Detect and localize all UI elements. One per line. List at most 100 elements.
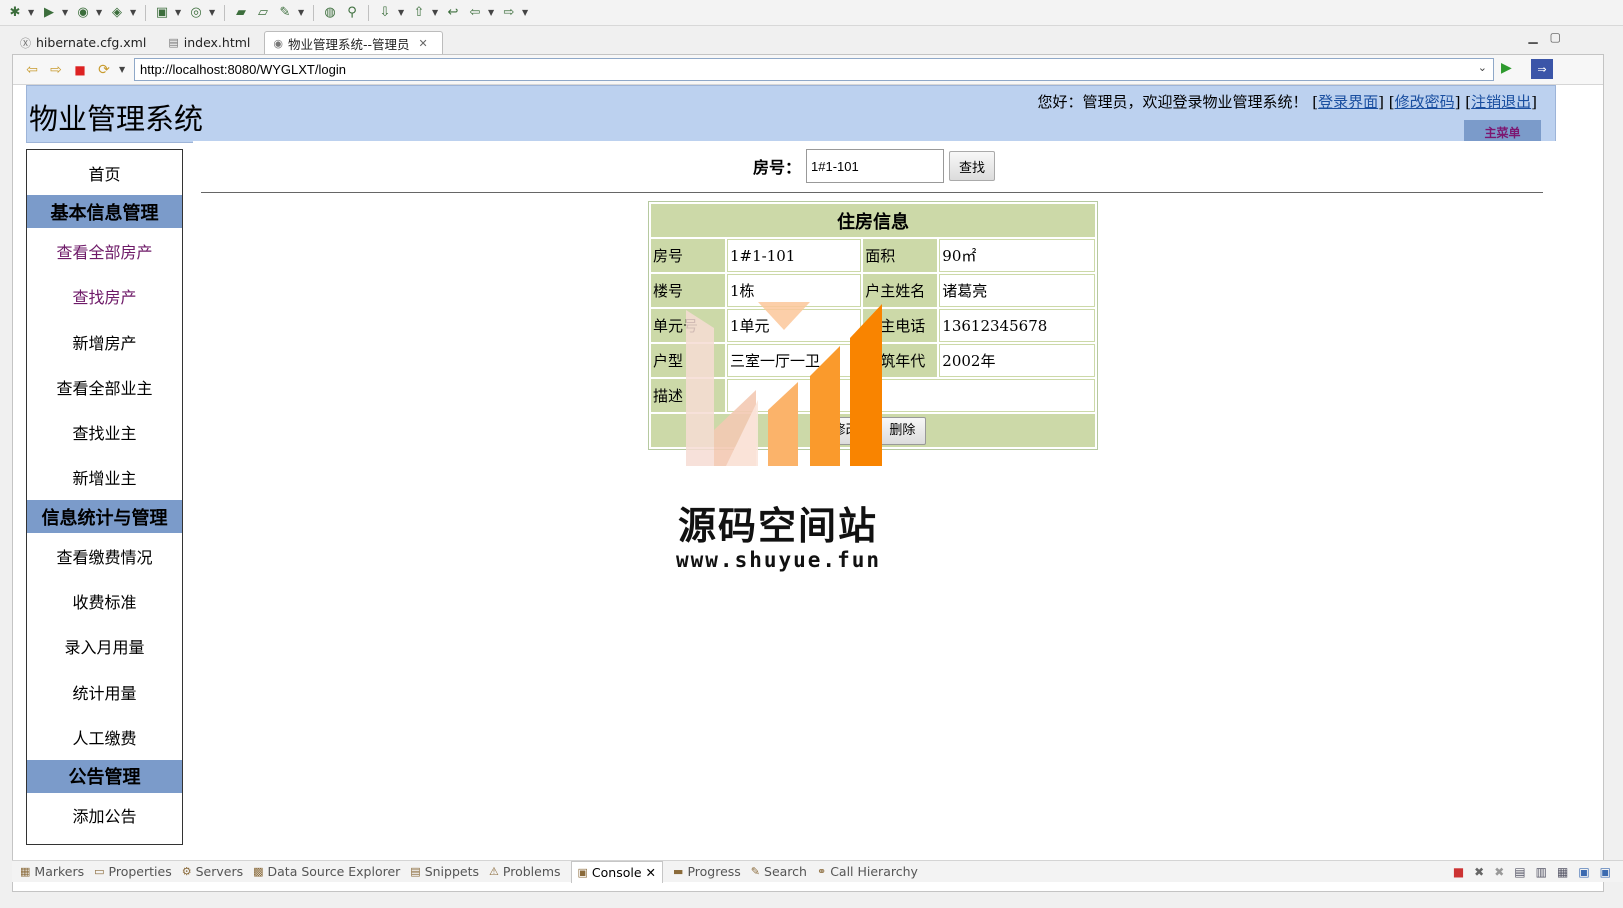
maximize-icon[interactable]: ▢ (1550, 30, 1561, 44)
last-edit-icon[interactable]: ↩ (444, 4, 462, 22)
go-icon[interactable]: ▶ (1501, 60, 1512, 76)
tab-markers[interactable]: ▦ Markers (20, 864, 84, 879)
sidebar-item-usage-stats[interactable]: 统计用量 (27, 669, 182, 714)
year-label: 建筑年代 (863, 344, 938, 377)
table-row: 描述 (651, 379, 1095, 412)
sidebar-item-payments[interactable]: 查看缴费情况 (27, 533, 182, 578)
terminate-icon[interactable]: ■ (1453, 865, 1464, 879)
sidebar-item-enter-usage[interactable]: 录入月用量 (27, 624, 182, 669)
url-bar[interactable]: http://localhost:8080/WYGLXT/login ⌄ (134, 58, 1494, 81)
building-label: 楼号 (651, 274, 725, 307)
search-button[interactable]: 查找 (949, 151, 996, 181)
chevron-down-icon[interactable]: ⌄ (1478, 61, 1487, 74)
new-server-icon[interactable]: ▣ (153, 4, 171, 22)
back-dropdown-icon[interactable]: ▼ (488, 8, 496, 17)
tab-problems[interactable]: ⚠ Problems (489, 864, 561, 879)
logout-link[interactable]: 注销退出 (1471, 93, 1531, 111)
tab-browser-page[interactable]: ◉ 物业管理系统--管理员 ✕ (264, 31, 443, 54)
pen-dropdown-icon[interactable]: ▼ (298, 8, 306, 17)
forward-icon[interactable]: ⇨ (47, 61, 65, 79)
sidebar-item-add-owner[interactable]: 新增业主 (27, 455, 182, 500)
change-password-link[interactable]: 修改密码 (1395, 93, 1455, 111)
sidebar-item-all-properties[interactable]: 查看全部房产 (27, 228, 182, 273)
sidebar-item-home[interactable]: 首页 (27, 150, 182, 195)
tab-call-hierarchy[interactable]: ⚭ Call Hierarchy (817, 864, 918, 879)
browser-nav-bar: ⇦ ⇨ ■ ⟳ ▼ http://localhost:8080/WYGLXT/l… (13, 55, 1603, 85)
page-title: 物业管理系统 (29, 102, 204, 136)
back-icon[interactable]: ⇦ (466, 4, 484, 22)
close-icon[interactable]: ✕ (646, 865, 656, 880)
scroll-lock-icon[interactable]: ▥ (1536, 865, 1547, 879)
stop-icon[interactable]: ■ (71, 61, 89, 79)
sidebar-item-all-owners[interactable]: 查看全部业主 (27, 364, 182, 409)
room-search-input[interactable]: 1#1-101 (806, 149, 945, 183)
toolbar-separator (224, 4, 225, 21)
next-annotation-icon[interactable]: ⇩ (376, 4, 394, 22)
refresh-dropdown-icon[interactable]: ▼ (119, 65, 127, 74)
delete-button[interactable]: 删除 (878, 416, 927, 445)
page-viewport: 物业管理系统 您好：管理员，欢迎登录物业管理系统！ [登录界面] [修改密码] … (13, 85, 1603, 891)
login-page-link[interactable]: 登录界面 (1318, 93, 1378, 111)
sidebar-item-add-property[interactable]: 新增房产 (27, 319, 182, 364)
open-external-icon[interactable]: ⇒ (1531, 59, 1553, 79)
display-console-icon[interactable]: ▣ (1578, 865, 1589, 879)
debug-icon[interactable]: ✱ (6, 4, 24, 22)
new-project-icon[interactable]: ◎ (187, 4, 205, 22)
open-folder-icon[interactable]: ▰ (232, 4, 250, 22)
tab-search[interactable]: ✎ Search (751, 864, 807, 879)
pen-icon[interactable]: ✎ (276, 4, 294, 22)
tab-properties[interactable]: ▭ Properties (94, 864, 172, 879)
tab-label: Data Source Explorer (267, 864, 401, 879)
sidebar-item-add-notice[interactable]: 添加公告 (27, 793, 182, 838)
minimize-icon[interactable]: ▁ (1528, 30, 1537, 44)
new-server-dropdown-icon[interactable]: ▼ (175, 8, 183, 17)
actions-cell: 修改 删除 (651, 414, 1095, 447)
unit-value: 1单元 (727, 309, 862, 342)
sidebar-item-find-property[interactable]: 查找房产 (27, 274, 182, 319)
back-icon[interactable]: ⇦ (23, 61, 41, 79)
globe-icon[interactable]: ◍ (321, 4, 339, 22)
owner-value: 诸葛亮 (939, 274, 1095, 307)
clear-console-icon[interactable]: ▤ (1514, 865, 1525, 879)
search-icon[interactable]: ⚲ (343, 4, 361, 22)
tab-label: Servers (195, 864, 244, 879)
tab-progress[interactable]: ▬ Progress (673, 864, 741, 879)
table-row: 房号 1#1-101 面积 90㎡ (651, 239, 1095, 272)
pin-console-icon[interactable]: ▦ (1557, 865, 1568, 879)
debug-dropdown-icon[interactable]: ▼ (28, 8, 36, 17)
edit-button[interactable]: 修改 (821, 416, 870, 445)
prev-annotation-icon[interactable]: ⇧ (410, 4, 428, 22)
forward-dropdown-icon[interactable]: ▼ (522, 8, 530, 17)
tab-servers[interactable]: ⚙ Servers (182, 864, 243, 879)
tab-data-source-explorer[interactable]: ▩ Data Source Explorer (253, 864, 400, 879)
tab-label: Search (764, 864, 807, 879)
open-file-icon[interactable]: ▱ (254, 4, 272, 22)
external-tools-dropdown-icon[interactable]: ▼ (130, 8, 138, 17)
external-tools-icon[interactable]: ◈ (108, 4, 126, 22)
refresh-icon[interactable]: ⟳ (95, 61, 113, 79)
tab-index-html[interactable]: ▤ index.html (160, 31, 264, 54)
sidebar-item-fee-standard[interactable]: 收费标准 (27, 578, 182, 623)
forward-icon[interactable]: ⇨ (500, 4, 518, 22)
building-value: 1栋 (727, 274, 862, 307)
run-icon[interactable]: ▶ (40, 4, 58, 22)
tab-snippets[interactable]: ▤ Snippets (410, 864, 479, 879)
globe-icon: ◉ (273, 36, 283, 50)
prev-annotation-dropdown-icon[interactable]: ▼ (432, 8, 440, 17)
tab-label: Progress (687, 864, 741, 879)
remove-all-icon[interactable]: ✖ (1494, 865, 1504, 879)
open-console-icon[interactable]: ▣ (1600, 865, 1611, 879)
close-icon[interactable]: ✕ (419, 37, 428, 50)
run-dropdown-icon[interactable]: ▼ (62, 8, 70, 17)
next-annotation-dropdown-icon[interactable]: ▼ (398, 8, 406, 17)
sidebar-item-find-owner[interactable]: 查找业主 (27, 409, 182, 454)
new-project-dropdown-icon[interactable]: ▼ (209, 8, 217, 17)
remove-launch-icon[interactable]: ✖ (1474, 865, 1484, 879)
tab-hibernate-cfg[interactable]: Ⓧ hibernate.cfg.xml (12, 31, 160, 54)
url-text: http://localhost:8080/WYGLXT/login (140, 62, 346, 77)
sidebar-item-manual-payment[interactable]: 人工缴费 (27, 714, 182, 759)
coverage-icon[interactable]: ◉ (74, 4, 92, 22)
coverage-dropdown-icon[interactable]: ▼ (96, 8, 104, 17)
desc-value (727, 379, 1095, 412)
tab-console[interactable]: ▣ Console ✕ (570, 860, 664, 883)
